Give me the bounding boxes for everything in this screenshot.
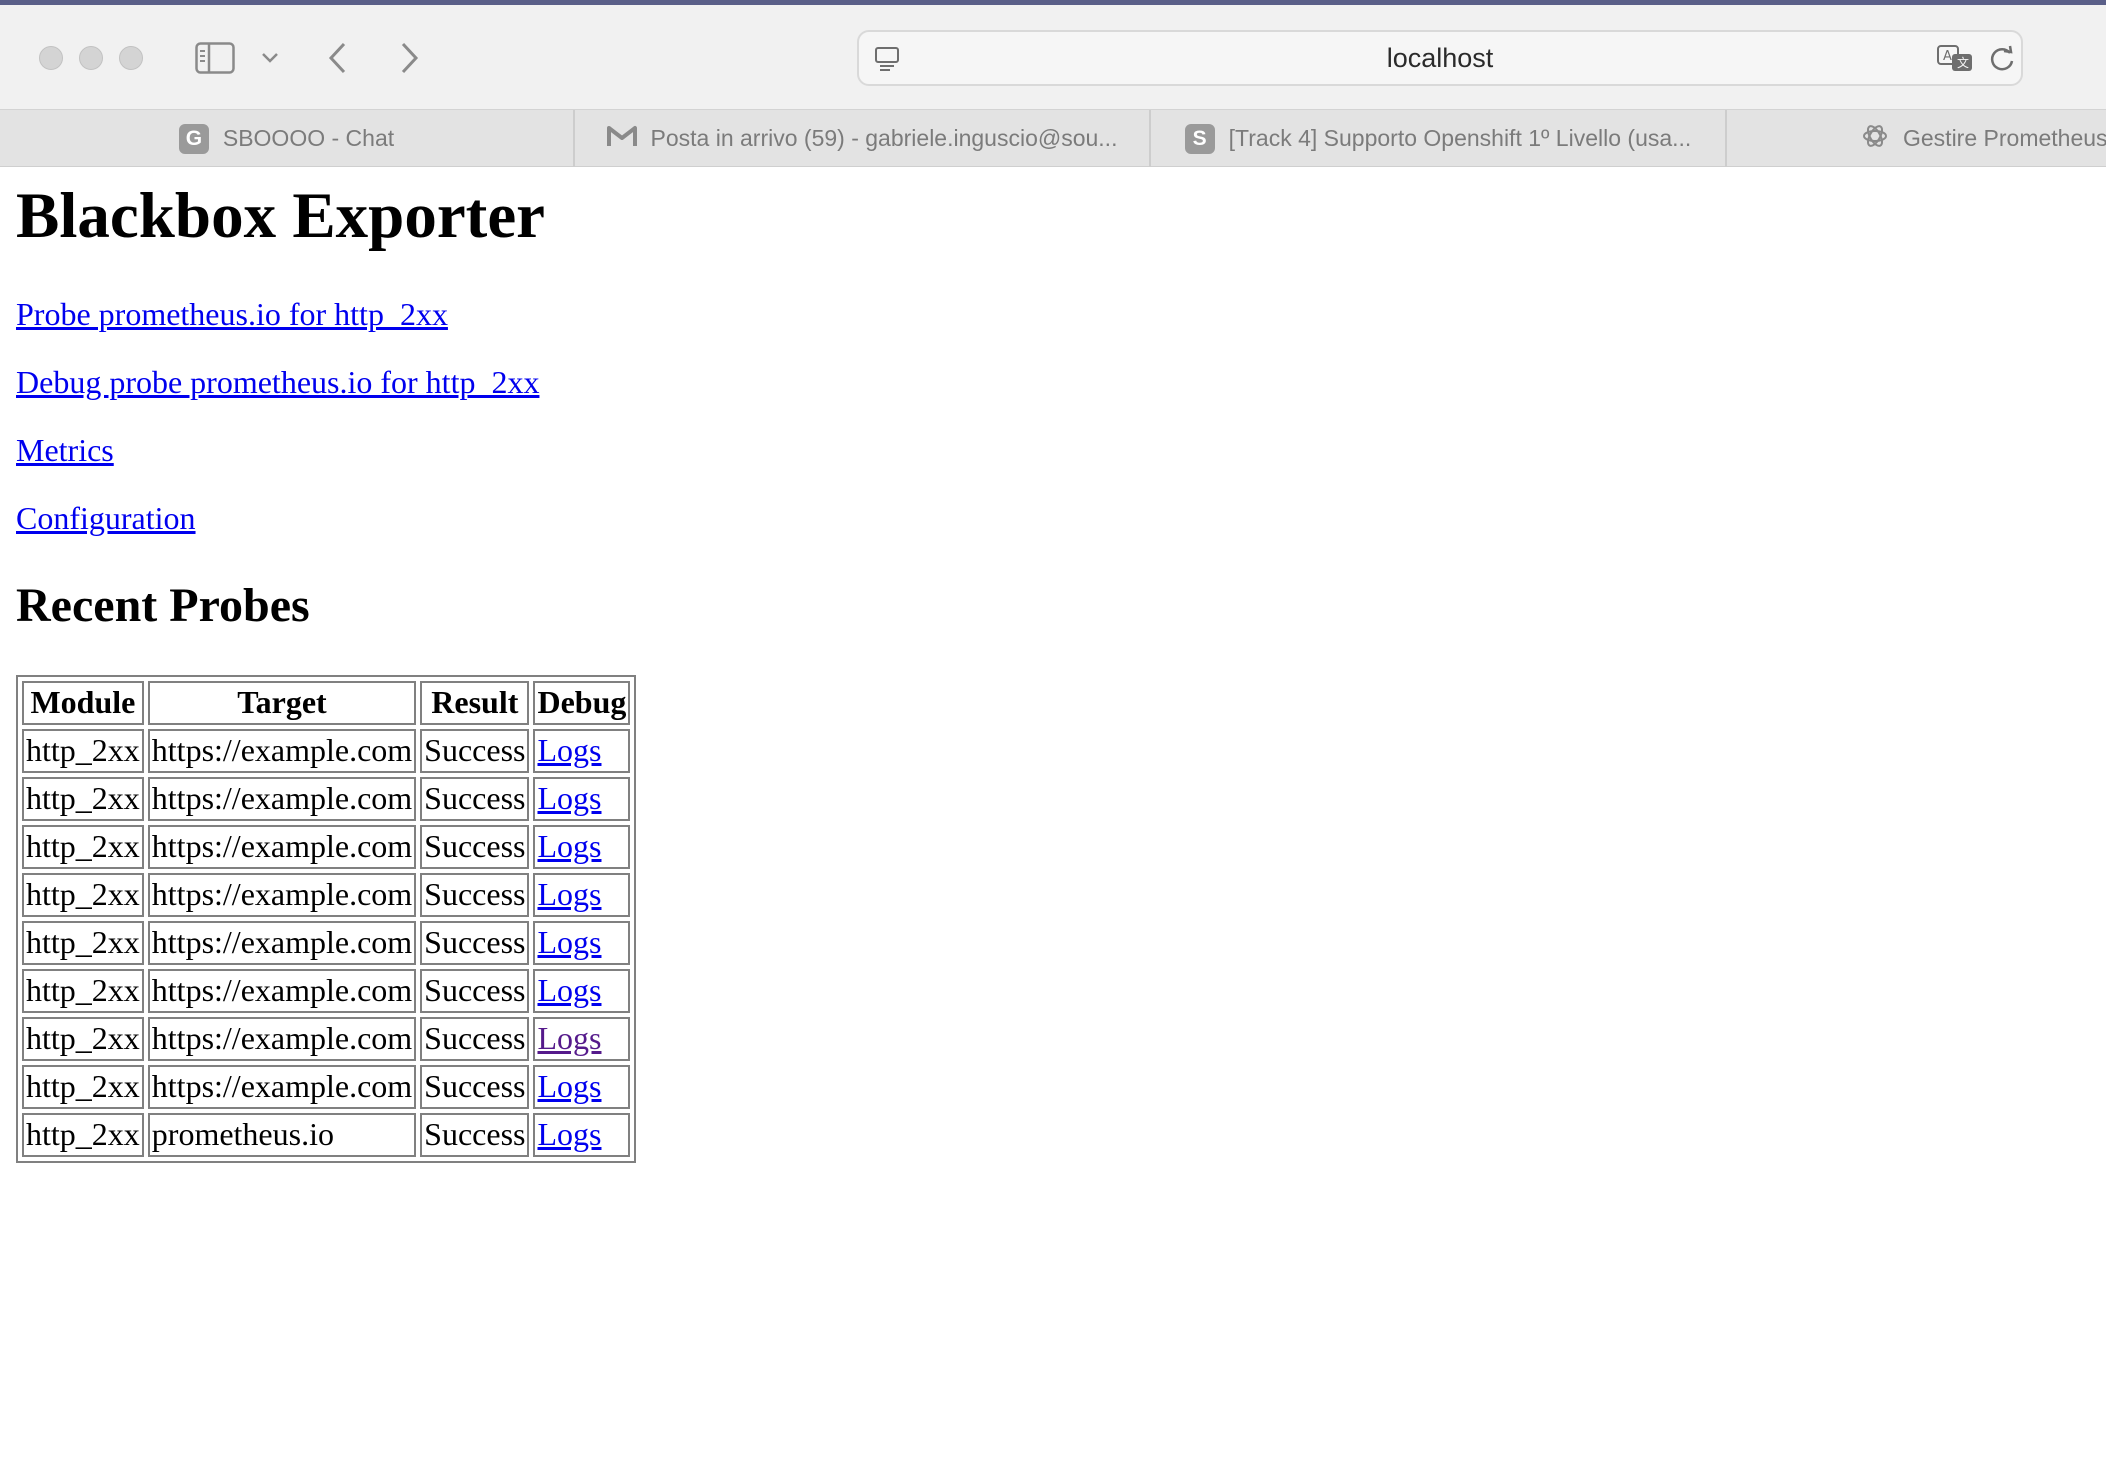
logs-link[interactable]: Logs bbox=[537, 924, 601, 960]
debug-cell: Logs bbox=[533, 921, 631, 965]
page-title: Blackbox Exporter bbox=[16, 180, 546, 252]
tab-title: SBOOOO - Chat bbox=[222, 125, 395, 151]
result-cell: Success bbox=[420, 1017, 530, 1061]
debug-cell: Logs bbox=[533, 969, 631, 1013]
tab-track-4-supporto[interactable]: S [Track 4] Supporto Openshift 1º Livell… bbox=[1151, 110, 1727, 167]
debug-probe-link[interactable]: Debug probe prometheus.io for http_2xx bbox=[16, 363, 539, 401]
target-cell: prometheus.io bbox=[147, 1113, 417, 1157]
target-cell: https://example.com bbox=[147, 729, 417, 773]
metrics-link[interactable]: Metrics bbox=[16, 431, 114, 469]
target-cell: https://example.com bbox=[147, 873, 417, 917]
module-cell: http_2xx bbox=[22, 921, 144, 965]
module-cell: http_2xx bbox=[22, 1113, 144, 1157]
url-text[interactable]: localhost bbox=[859, 32, 2021, 84]
table-row: http_2xx https://example.com Success Logs bbox=[22, 1017, 631, 1061]
table-row: http_2xx https://example.com Success Logs bbox=[22, 873, 631, 917]
recent-probes-table: Module Target Result Debug http_2xx https… bbox=[16, 675, 637, 1163]
table-row: http_2xx https://example.com Success Logs bbox=[22, 1065, 631, 1109]
browser-toolbar: localhost A文 bbox=[0, 5, 2106, 110]
table-row: http_2xx https://example.com Success Logs bbox=[22, 921, 631, 965]
logs-link[interactable]: Logs bbox=[537, 828, 601, 864]
tab-title: Gestire Prometheus bbox=[1903, 125, 2106, 151]
chevron-down-icon[interactable] bbox=[260, 49, 280, 67]
gmail-icon bbox=[606, 124, 637, 154]
logs-link[interactable]: Logs bbox=[537, 1116, 601, 1152]
column-header-module: Module bbox=[22, 681, 144, 725]
debug-cell: Logs bbox=[533, 1113, 631, 1157]
tab-posta-in-arrivo[interactable]: Posta in arrivo (59) - gabriele.inguscio… bbox=[575, 110, 1151, 167]
module-cell: http_2xx bbox=[22, 873, 144, 917]
tab-gestire-prometheus[interactable]: Gestire Prometheus bbox=[1727, 110, 2106, 167]
zoom-window-button[interactable] bbox=[119, 46, 143, 70]
target-cell: https://example.com bbox=[147, 825, 417, 869]
target-cell: https://example.com bbox=[147, 777, 417, 821]
reload-icon[interactable] bbox=[1987, 44, 2017, 74]
logs-link[interactable]: Logs bbox=[537, 1068, 601, 1104]
logs-link[interactable]: Logs bbox=[537, 972, 601, 1008]
target-cell: https://example.com bbox=[147, 921, 417, 965]
forward-arrow-icon[interactable] bbox=[395, 40, 425, 76]
result-cell: Success bbox=[420, 969, 530, 1013]
result-cell: Success bbox=[420, 1065, 530, 1109]
logs-link[interactable]: Logs bbox=[537, 876, 601, 912]
module-cell: http_2xx bbox=[22, 777, 144, 821]
column-header-debug: Debug bbox=[533, 681, 631, 725]
table-row: http_2xx prometheus.io Success Logs bbox=[22, 1113, 631, 1157]
target-cell: https://example.com bbox=[147, 1065, 417, 1109]
tab-bar: G SBOOOO - Chat Posta in arrivo (59) - g… bbox=[0, 110, 2106, 167]
close-window-button[interactable] bbox=[39, 46, 63, 70]
translate-icon[interactable]: A文 bbox=[1935, 42, 1975, 74]
table-row: http_2xx https://example.com Success Logs bbox=[22, 729, 631, 773]
svg-text:A: A bbox=[1943, 49, 1952, 64]
target-cell: https://example.com bbox=[147, 1017, 417, 1061]
g-favicon-icon: G bbox=[178, 123, 209, 154]
svg-text:文: 文 bbox=[1957, 55, 1969, 70]
debug-cell: Logs bbox=[533, 777, 631, 821]
result-cell: Success bbox=[420, 921, 530, 965]
result-cell: Success bbox=[420, 1113, 530, 1157]
debug-cell: Logs bbox=[533, 1065, 631, 1109]
debug-cell: Logs bbox=[533, 873, 631, 917]
s-favicon-icon: S bbox=[1184, 123, 1215, 154]
module-cell: http_2xx bbox=[22, 969, 144, 1013]
sidebar-toggle-icon[interactable] bbox=[194, 41, 236, 75]
result-cell: Success bbox=[420, 777, 530, 821]
probe-link[interactable]: Probe prometheus.io for http_2xx bbox=[16, 295, 448, 333]
table-row: http_2xx https://example.com Success Logs bbox=[22, 969, 631, 1013]
result-cell: Success bbox=[420, 729, 530, 773]
module-cell: http_2xx bbox=[22, 1017, 144, 1061]
table-row: http_2xx https://example.com Success Logs bbox=[22, 825, 631, 869]
table-header-row: Module Target Result Debug bbox=[22, 681, 631, 725]
tab-sboooo-chat[interactable]: G SBOOOO - Chat bbox=[0, 110, 575, 167]
debug-cell: Logs bbox=[533, 825, 631, 869]
result-cell: Success bbox=[420, 873, 530, 917]
tab-title: [Track 4] Supporto Openshift 1º Livello … bbox=[1228, 125, 1692, 151]
column-header-target: Target bbox=[147, 681, 417, 725]
address-bar[interactable]: localhost A文 bbox=[857, 30, 2023, 86]
column-header-result: Result bbox=[420, 681, 530, 725]
table-row: http_2xx https://example.com Success Logs bbox=[22, 777, 631, 821]
debug-cell: Logs bbox=[533, 729, 631, 773]
module-cell: http_2xx bbox=[22, 729, 144, 773]
result-cell: Success bbox=[420, 825, 530, 869]
module-cell: http_2xx bbox=[22, 1065, 144, 1109]
configuration-link[interactable]: Configuration bbox=[16, 499, 196, 537]
back-arrow-icon[interactable] bbox=[322, 40, 352, 76]
minimize-window-button[interactable] bbox=[79, 46, 103, 70]
module-cell: http_2xx bbox=[22, 825, 144, 869]
logs-link[interactable]: Logs bbox=[537, 732, 601, 768]
logs-link[interactable]: Logs bbox=[537, 780, 601, 816]
tab-title: Posta in arrivo (59) - gabriele.inguscio… bbox=[650, 125, 1118, 151]
logs-link[interactable]: Logs bbox=[537, 1020, 601, 1056]
recent-probes-heading: Recent Probes bbox=[16, 579, 310, 632]
debug-cell: Logs bbox=[533, 1017, 631, 1061]
openai-icon bbox=[1861, 122, 1889, 156]
target-cell: https://example.com bbox=[147, 969, 417, 1013]
